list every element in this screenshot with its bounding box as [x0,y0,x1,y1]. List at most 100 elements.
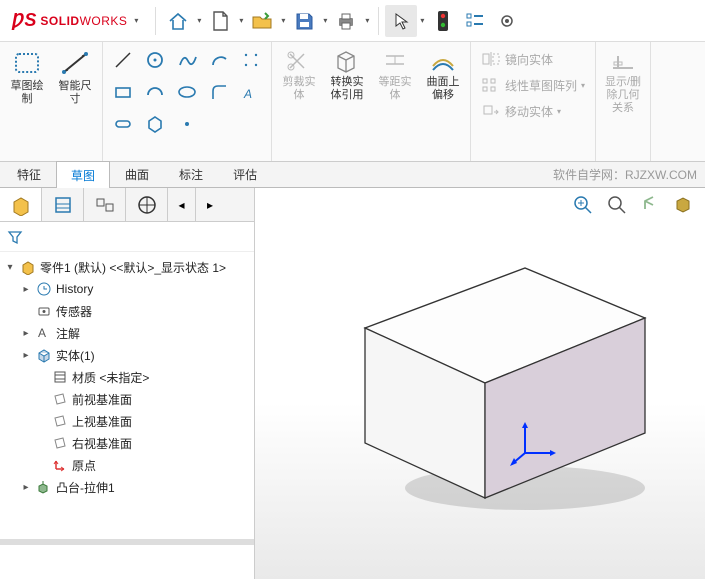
graphics-viewport[interactable] [255,188,705,579]
tree-item-front-plane[interactable]: 前视基准面 [2,388,252,410]
separator [155,7,156,35]
history-icon [36,281,52,297]
side-tab-prev[interactable]: ◂ [168,188,196,221]
config-tab[interactable] [84,188,126,221]
origin-icon [52,457,68,473]
options-list-icon[interactable] [459,5,491,37]
filter-icon[interactable] [6,228,24,246]
brand-text: SOLIDWORKS [40,13,127,28]
command-tabs: 特征 草图 曲面 标注 评估 软件自学网：RJZXW.COM [0,162,705,188]
view-triad-icon [510,418,560,468]
tab-evaluate[interactable]: 评估 [218,160,272,187]
svg-text:A: A [38,326,46,340]
command-ribbon: 草图绘 制 智能尺 寸 A 剪裁实 体 转 [0,42,705,162]
tab-surfaces[interactable]: 曲面 [110,160,164,187]
tree-item-history[interactable]: ▸History [2,278,252,300]
traffic-icon[interactable] [427,5,459,37]
slot-tool[interactable] [109,110,137,138]
select-button[interactable] [385,5,417,37]
mirror-button[interactable]: 镜向实体 [477,46,557,72]
save-button[interactable] [288,5,320,37]
smart-dimension-button[interactable]: 智能尺 寸 [54,46,96,108]
ribbon-panel-entities: A [103,42,272,161]
new-button[interactable] [204,5,236,37]
display-relations-button[interactable]: 显示/删 除几何 关系 [602,46,644,117]
print-button[interactable] [330,5,362,37]
tree-root[interactable]: ▾ 零件1 (默认) <<默认>_显示状态 1> [2,256,252,278]
view-orientation-icon[interactable] [637,192,665,216]
print-dd[interactable]: ▾ [362,16,372,25]
separator [378,7,379,35]
offset-surface-button[interactable]: 曲面上 偏移 [422,46,464,104]
plane-icon [52,435,68,451]
fillet-tool[interactable] [205,78,233,106]
tree-item-sensors[interactable]: 传感器 [2,300,252,322]
dimxpert-tab[interactable] [126,188,168,221]
ribbon-panel-transform: 镜向实体 线性草图阵列▾ 移动实体▾ [471,42,596,161]
ribbon-panel-modify: 剪裁实 体 转换实 体引用 等距实 体 曲面上 偏移 [272,42,471,161]
circle-tool[interactable] [141,46,169,74]
annotation-icon: A [36,325,52,341]
tree-lower-pane [0,545,254,579]
ribbon-panel-relations: 显示/删 除几何 关系 [596,42,651,161]
arc3p-tool[interactable] [141,78,169,106]
sensor-icon [36,303,52,319]
tree-item-origin[interactable]: 原点 [2,454,252,476]
svg-text:A: A [243,87,252,101]
rectangle-tool[interactable] [109,78,137,106]
settings-gear-icon[interactable] [491,5,523,37]
tree-filter [0,222,254,252]
tree-item-extrude[interactable]: ▸凸台-拉伸1 [2,476,252,498]
point-tool[interactable] [173,110,201,138]
app-logo: ǷS SOLIDWORKS ▾ [4,10,149,31]
trim-button[interactable]: 剪裁实 体 [278,46,320,104]
point-grid-tool[interactable] [237,46,265,74]
brand-dropdown[interactable]: ▾ [131,16,141,25]
tree-item-annotations[interactable]: ▸A注解 [2,322,252,344]
open-dd[interactable]: ▾ [278,16,288,25]
linear-pattern-button[interactable]: 线性草图阵列▾ [477,72,589,98]
open-button[interactable] [246,5,278,37]
home-button[interactable] [162,5,194,37]
model-box [305,228,665,528]
arc-tool[interactable] [205,46,233,74]
ds-logo-icon: ǷS [12,10,36,31]
polygon-tool[interactable] [141,110,169,138]
tab-sketch[interactable]: 草图 [56,161,110,188]
text-tool[interactable]: A [237,78,265,106]
feature-tree: ▾ 零件1 (默认) <<默认>_显示状态 1> ▸History 传感器 ▸A… [0,252,254,539]
line-tool[interactable] [109,46,137,74]
home-dd[interactable]: ▾ [194,16,204,25]
side-tab-next[interactable]: ▸ [196,188,224,221]
tree-item-right-plane[interactable]: 右视基准面 [2,432,252,454]
offset-entities-button[interactable]: 等距实 体 [374,46,416,104]
tab-features[interactable]: 特征 [2,160,56,187]
material-icon [52,369,68,385]
extrude-icon [36,479,52,495]
ellipse-tool[interactable] [173,78,201,106]
zoom-area-icon[interactable] [603,192,631,216]
select-dd[interactable]: ▾ [417,16,427,25]
display-style-icon[interactable] [671,192,699,216]
solidbody-icon [36,347,52,363]
property-tab[interactable] [42,188,84,221]
feature-tree-tab[interactable] [0,188,42,221]
zoom-fit-icon[interactable] [569,192,597,216]
tab-annotate[interactable]: 标注 [164,160,218,187]
convert-entities-button[interactable]: 转换实 体引用 [326,46,368,104]
save-dd[interactable]: ▾ [320,16,330,25]
sketch-create-button[interactable]: 草图绘 制 [6,46,48,108]
plane-icon [52,391,68,407]
move-entities-button[interactable]: 移动实体▾ [477,98,565,124]
ribbon-panel-sketch: 草图绘 制 智能尺 寸 [0,42,103,161]
tree-item-solidbodies[interactable]: ▸实体(1) [2,344,252,366]
tree-item-top-plane[interactable]: 上视基准面 [2,410,252,432]
chevron-down-icon[interactable]: ▾ [4,262,16,273]
new-dd[interactable]: ▾ [236,16,246,25]
watermark-text: 软件自学网：RJZXW.COM [553,166,705,183]
titlebar: ǷS SOLIDWORKS ▾ ▾ ▾ ▾ ▾ ▾ ▾ [0,0,705,42]
titlebar-tools: ▾ ▾ ▾ ▾ ▾ ▾ [162,5,523,37]
side-tabs: ◂ ▸ [0,188,254,222]
spline-tool[interactable] [173,46,201,74]
tree-item-material[interactable]: 材质 <未指定> [2,366,252,388]
